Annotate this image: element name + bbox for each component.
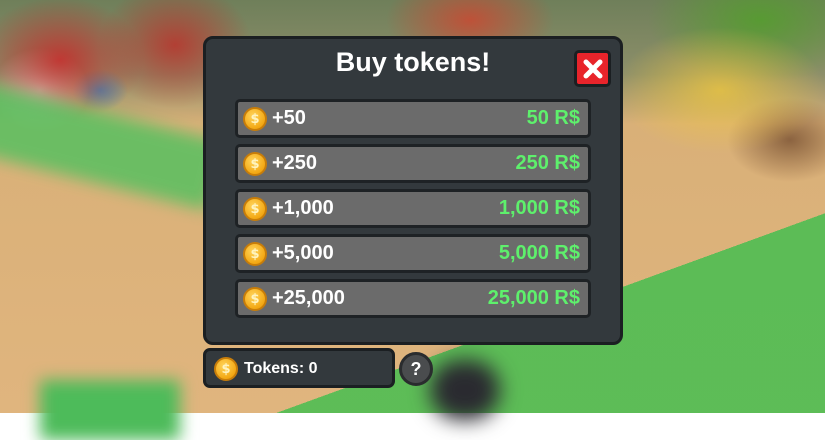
offer-amount: +250 [272, 152, 318, 174]
help-button[interactable]: ? [399, 352, 433, 386]
panel-title: Buy tokens! [335, 47, 491, 77]
close-x-icon [583, 59, 602, 78]
background-character-shadow [430, 360, 500, 420]
offer-amount: +50 [272, 107, 306, 129]
token-coin-icon: $ [243, 152, 267, 176]
token-coin-icon: $ [243, 107, 267, 131]
token-coin-icon: $ [243, 197, 267, 221]
token-balance: $ Tokens: 0 [203, 348, 395, 388]
token-offer-list: $ +50 50 R$ $ +250 250 R$ $ +1,000 1,000… [235, 99, 591, 324]
offer-price: 1,000 R$ [498, 197, 580, 219]
close-button[interactable] [574, 50, 611, 87]
offer-price: 50 R$ [526, 107, 580, 129]
offer-amount: +25,000 [272, 287, 345, 309]
offer-price: 5,000 R$ [498, 242, 580, 264]
offer-price: 250 R$ [515, 152, 581, 174]
offer-amount: +1,000 [272, 197, 334, 219]
offer-price: 25,000 R$ [487, 287, 580, 309]
token-coin-icon: $ [214, 357, 238, 381]
token-offer-5000[interactable]: $ +5,000 5,000 R$ [235, 234, 591, 273]
token-coin-icon: $ [243, 287, 267, 311]
buy-tokens-panel: Buy tokens! $ +50 50 R$ $ +250 250 R$ $ … [203, 36, 623, 345]
background-grass-bottom [40, 380, 180, 440]
token-offer-1000[interactable]: $ +1,000 1,000 R$ [235, 189, 591, 228]
token-balance-label: Tokens: 0 [244, 360, 318, 377]
token-offer-250[interactable]: $ +250 250 R$ [235, 144, 591, 183]
token-coin-icon: $ [243, 242, 267, 266]
token-offer-50[interactable]: $ +50 50 R$ [235, 99, 591, 138]
offer-amount: +5,000 [272, 242, 334, 264]
token-offer-25000[interactable]: $ +25,000 25,000 R$ [235, 279, 591, 318]
